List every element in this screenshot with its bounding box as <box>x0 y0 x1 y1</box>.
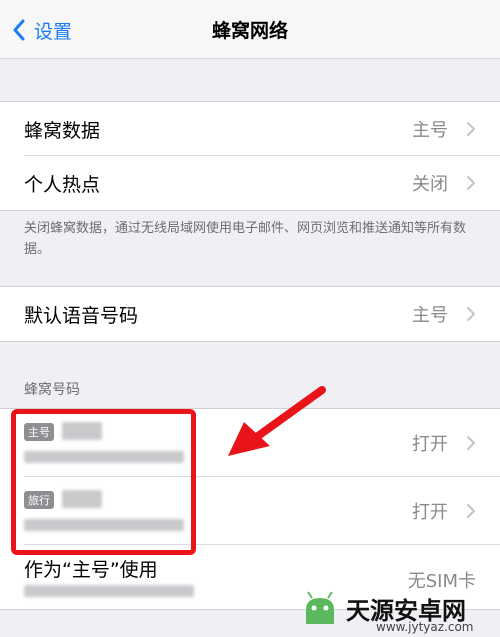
navigation-bar: 设置 蜂窝网络 <box>0 0 500 59</box>
cellular-settings-group: 蜂窝数据 主号 个人热点 关闭 <box>0 101 500 211</box>
default-voice-row[interactable]: 默认语音号码 主号 <box>0 287 500 341</box>
chevron-right-icon <box>467 176 475 190</box>
line-value: 打开 <box>412 502 448 523</box>
android-logo-icon <box>306 591 334 624</box>
page-title: 蜂窝网络 <box>211 20 288 42</box>
pointer-arrow-icon <box>228 386 326 456</box>
cellular-data-footnote: 关闭蜂窝数据，通过无线局域网使用电子邮件、网页浏览和推送通知等所有数据。 <box>24 221 467 257</box>
chevron-right-icon <box>467 504 475 518</box>
watermark-url: www.jytyaz.com <box>376 620 474 634</box>
chevron-right-icon <box>467 436 475 450</box>
redacted-detail <box>24 585 194 597</box>
personal-hotspot-value: 关闭 <box>412 174 448 195</box>
chevron-right-icon <box>467 122 475 136</box>
default-voice-group: 默认语音号码 主号 <box>0 286 500 342</box>
cellular-data-label: 蜂窝数据 <box>24 119 101 142</box>
cellular-numbers-header: 蜂窝号码 <box>24 382 80 398</box>
default-voice-label: 默认语音号码 <box>24 304 139 327</box>
personal-hotspot-row[interactable]: 个人热点 关闭 <box>0 156 500 210</box>
default-voice-value: 主号 <box>412 305 448 326</box>
personal-hotspot-label: 个人热点 <box>24 173 101 196</box>
cellular-data-value: 主号 <box>412 120 448 141</box>
cellular-data-row[interactable]: 蜂窝数据 主号 <box>0 102 500 156</box>
line-value: 打开 <box>412 434 448 455</box>
highlight-box <box>11 409 196 555</box>
chevron-right-icon <box>467 307 475 321</box>
set-as-primary-label: 作为“主号”使用 <box>24 559 158 581</box>
